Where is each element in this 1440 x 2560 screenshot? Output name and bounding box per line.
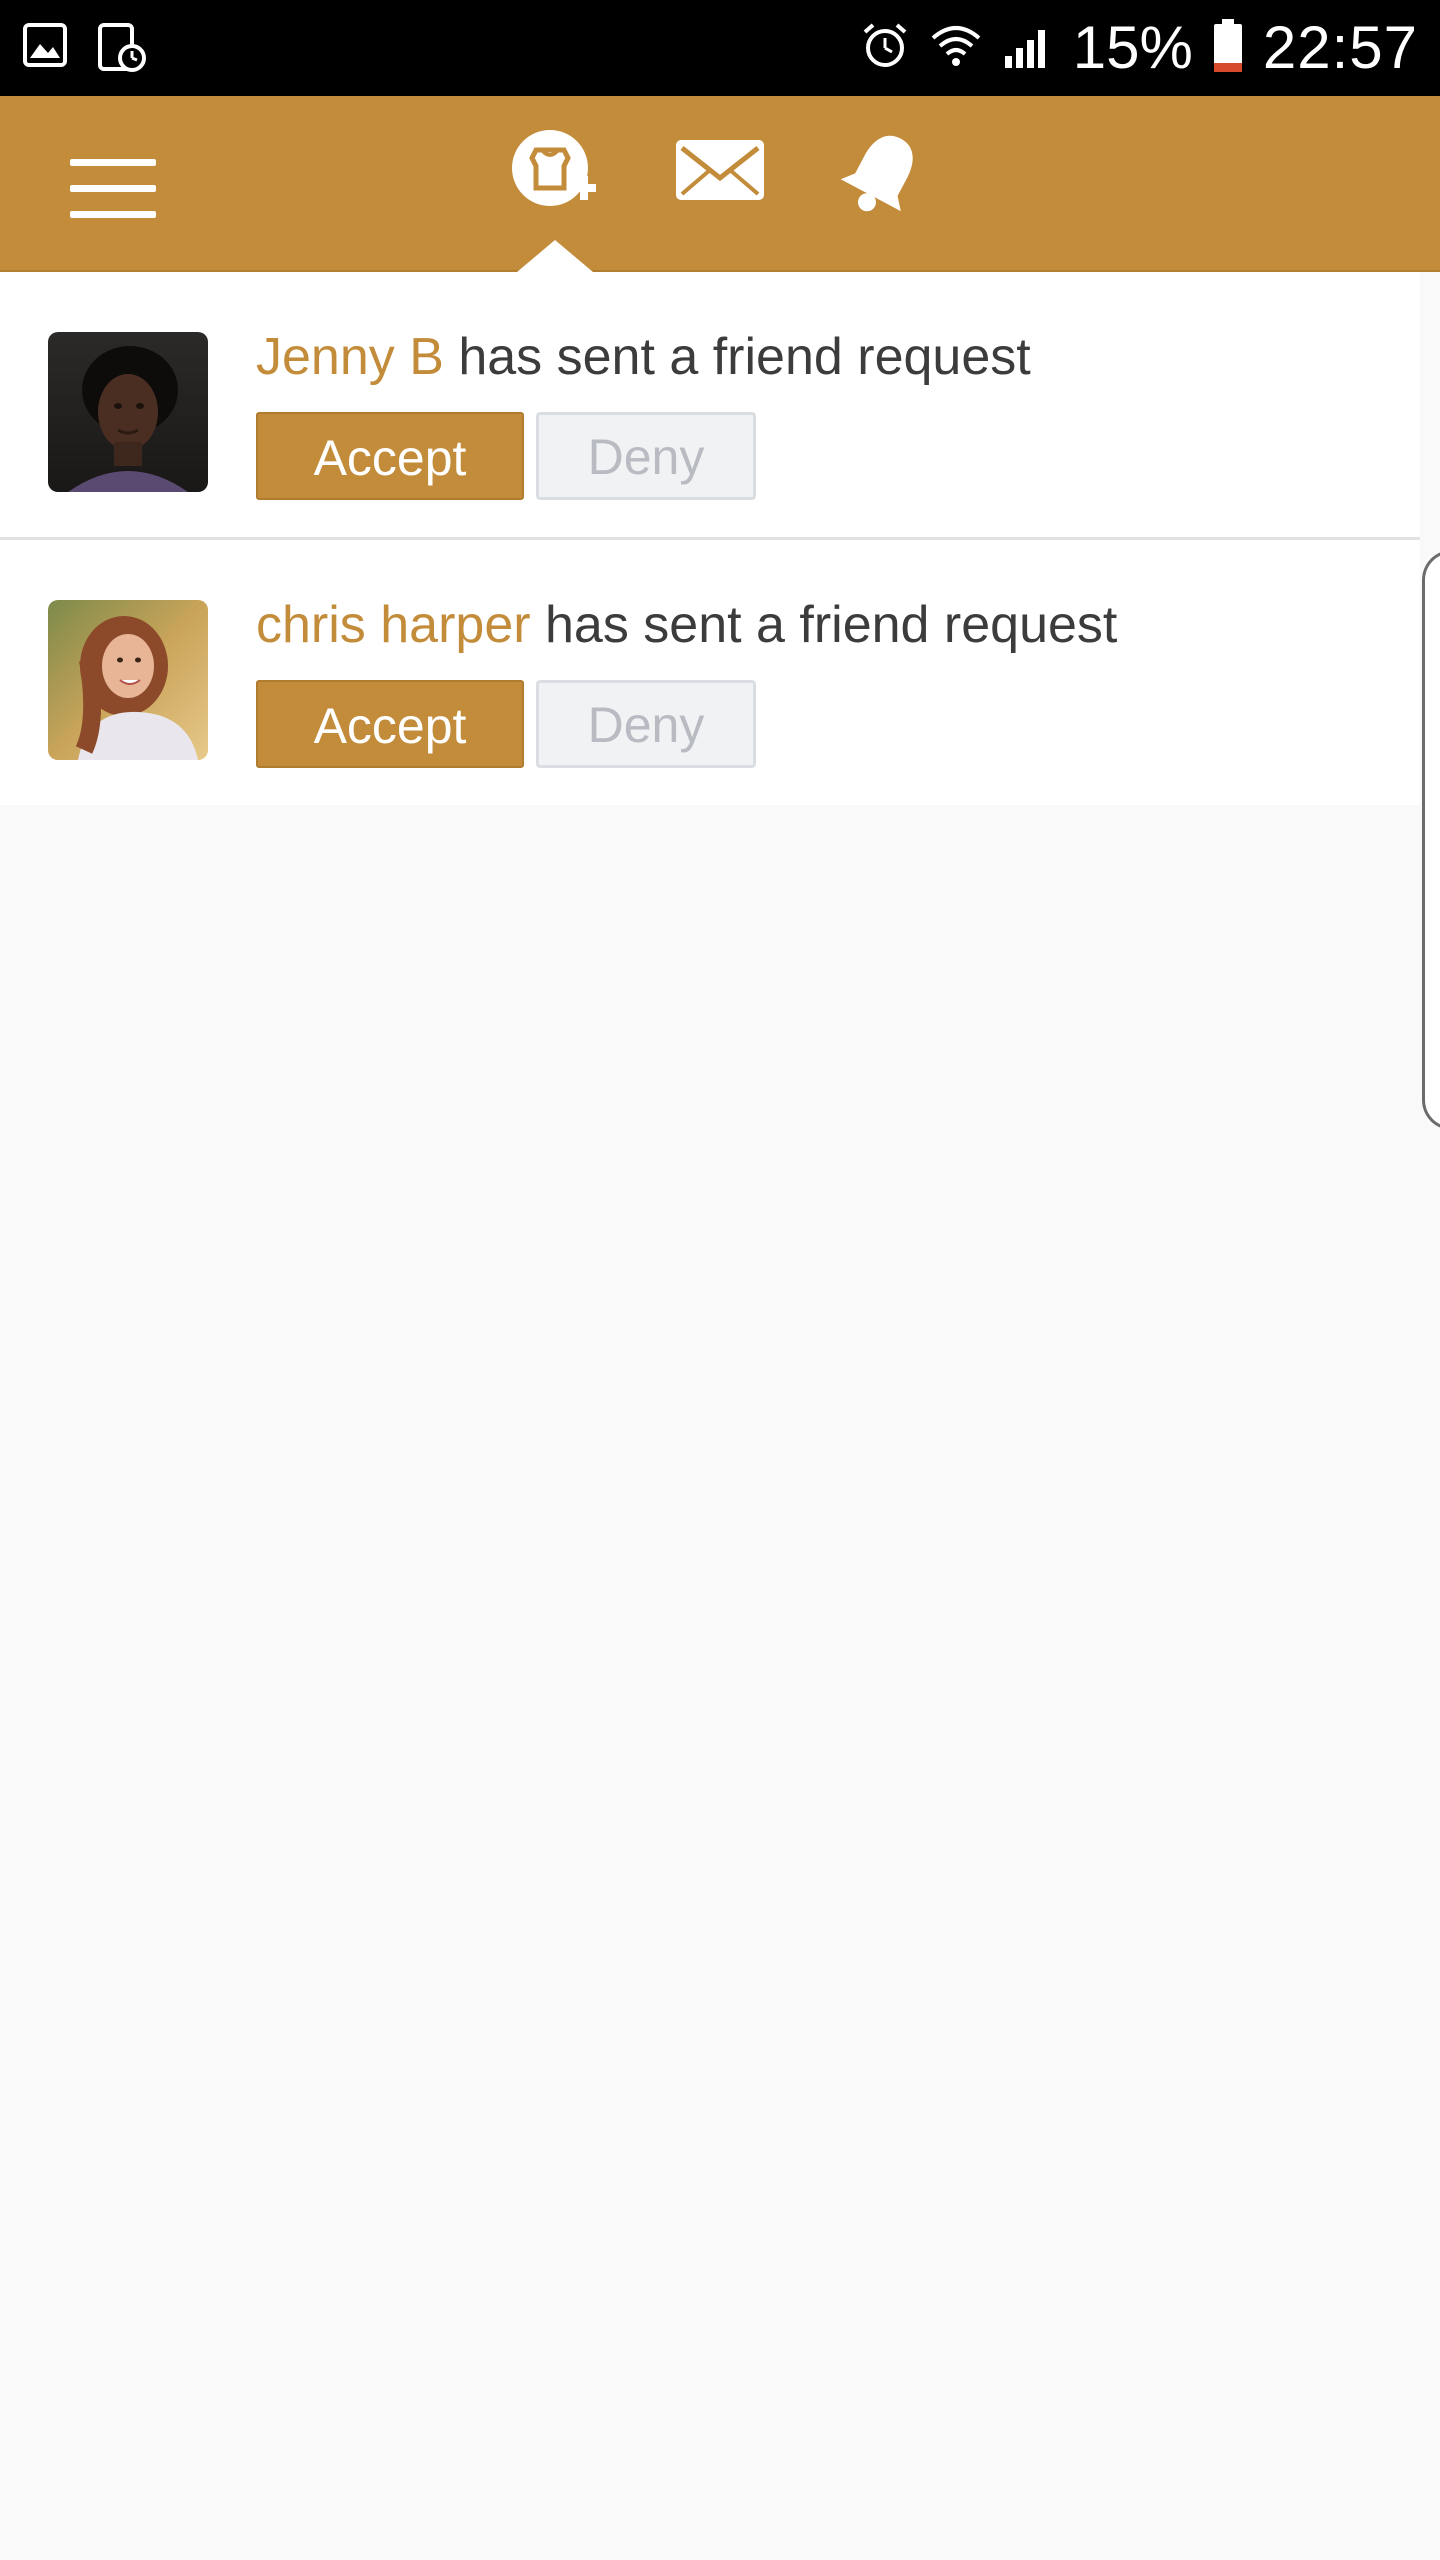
list-item: chris harper has sent a friend request A… [0,540,1420,805]
request-message: chris harper has sent a friend request [256,590,1117,660]
list-item: Jenny B has sent a friend request Accept… [0,272,1420,540]
menu-icon-bar [70,211,156,218]
requester-name-link[interactable]: chris harper [256,596,531,654]
tab-messages[interactable] [672,126,768,222]
gallery-icon [22,22,68,79]
tablet-clock-icon [96,22,148,79]
request-message-text: has sent a friend request [458,328,1031,386]
friend-request-list: Jenny B has sent a friend request Accept… [0,272,1420,805]
active-tab-indicator [517,240,593,272]
status-left-icons [22,22,148,79]
battery-percent: 15% [1072,14,1193,81]
clock-time: 22:57 [1262,14,1418,81]
request-message: Jenny B has sent a friend request [256,322,1031,392]
accept-button[interactable]: Accept [256,412,524,500]
battery-icon [1211,17,1245,80]
avatar[interactable] [48,332,208,492]
add-friend-icon [508,130,604,226]
signal-icon [1001,20,1055,77]
request-message-text: has sent a friend request [545,596,1118,654]
avatar[interactable] [48,600,208,760]
alarm-icon [859,20,911,77]
deny-button[interactable]: Deny [536,680,756,768]
edge-panel-handle[interactable] [1422,550,1440,1130]
menu-button[interactable] [70,159,156,219]
menu-icon-bar [70,159,156,166]
status-bar: 15% 22:57 [0,0,1440,96]
accept-button[interactable]: Accept [256,680,524,768]
envelope-icon [672,140,768,226]
requester-name-link[interactable]: Jenny B [256,328,444,386]
tab-notifications[interactable] [834,126,930,222]
menu-icon-bar [70,185,156,192]
status-right: 15% 22:57 [859,0,1418,96]
tab-friend-requests[interactable] [508,126,604,222]
app-header [0,96,1440,272]
bell-icon [834,135,930,226]
deny-button[interactable]: Deny [536,412,756,500]
wifi-icon [929,20,983,77]
